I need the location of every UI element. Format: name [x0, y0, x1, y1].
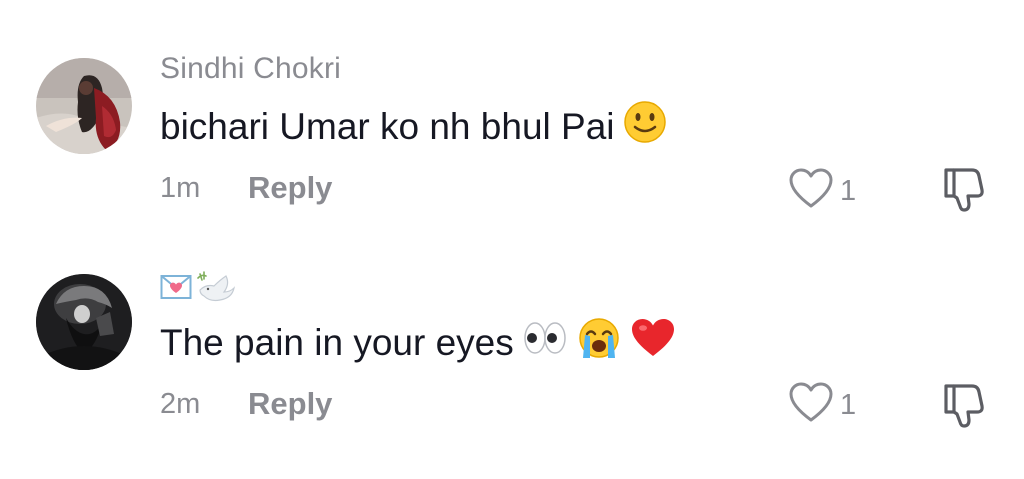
avatar[interactable]: [36, 58, 132, 154]
heart-outline-icon: [788, 382, 834, 429]
like-button[interactable]: 1: [788, 168, 856, 215]
username[interactable]: Sindhi Chokri: [160, 52, 341, 86]
timestamp: 2m: [160, 387, 201, 420]
comment-item: The pain in your eyes 2m Reply 1: [0, 240, 1024, 479]
dislike-button[interactable]: [940, 166, 986, 219]
username[interactable]: [160, 270, 236, 309]
reply-button[interactable]: Reply: [248, 170, 332, 206]
avatar[interactable]: [36, 274, 132, 370]
heart-outline-icon: [788, 168, 834, 215]
comment-meta: 2m Reply: [160, 386, 332, 422]
dove-icon: [196, 270, 236, 309]
thumbs-down-icon: [940, 384, 986, 434]
dislike-button[interactable]: [940, 382, 986, 435]
timestamp: 1m: [160, 171, 201, 204]
like-count: 1: [840, 175, 857, 207]
red-heart-icon: [630, 317, 676, 368]
comment-text: bichari Umar ko nh bhul Pai: [160, 100, 667, 153]
comment-text: The pain in your eyes: [160, 316, 676, 369]
loudly-crying-face-icon: [576, 316, 622, 369]
love-letter-icon: [160, 273, 192, 306]
comment-item: Sindhi Chokri bichari Umar ko nh bhul Pa…: [0, 0, 1024, 240]
eyes-icon: [522, 318, 568, 367]
reply-button[interactable]: Reply: [248, 386, 332, 422]
slightly-smiling-face-icon: [623, 100, 667, 153]
like-button[interactable]: 1: [788, 382, 856, 429]
comment-meta: 1m Reply: [160, 170, 332, 206]
comment-body: The pain in your eyes: [160, 321, 514, 363]
like-count: 1: [840, 389, 857, 421]
thumbs-down-icon: [940, 168, 986, 218]
comment-body: bichari Umar ko nh bhul Pai: [160, 105, 615, 147]
